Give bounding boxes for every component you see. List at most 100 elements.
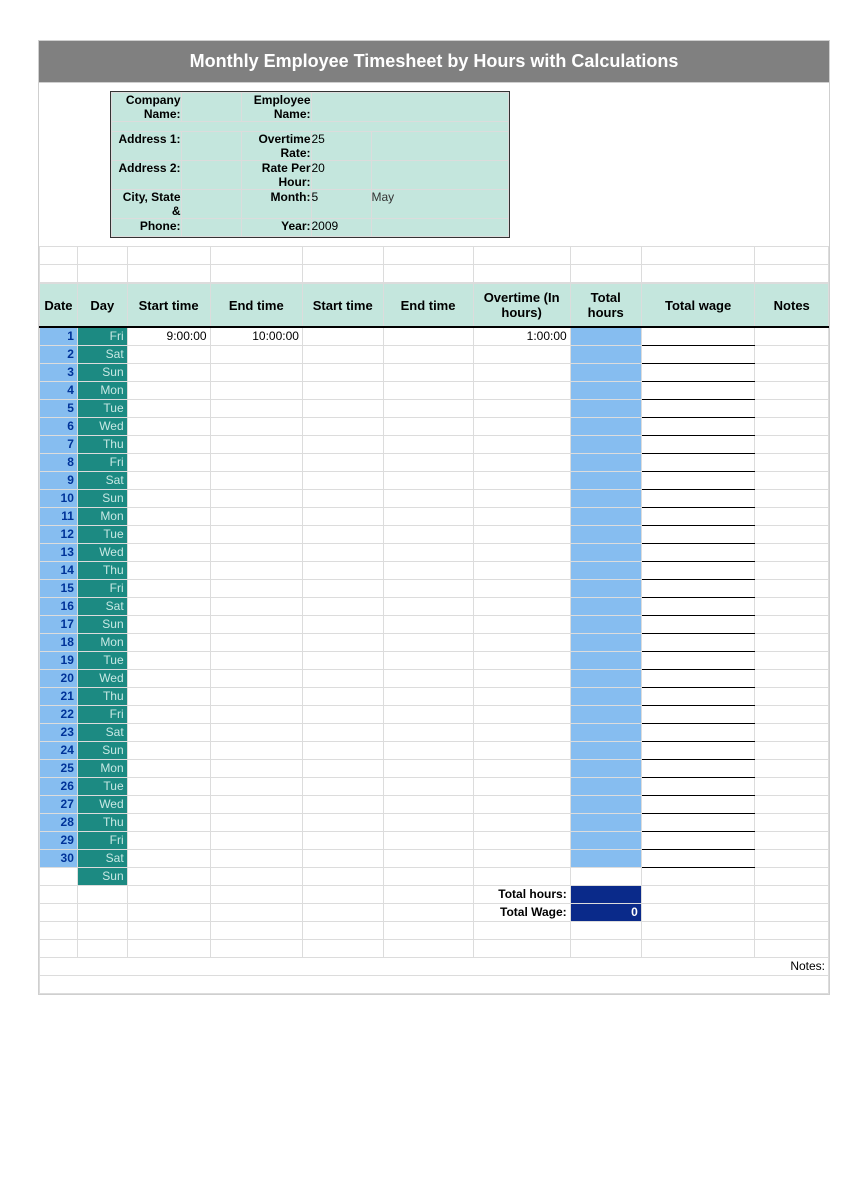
overtime-cell[interactable] bbox=[473, 597, 570, 615]
start1-cell[interactable] bbox=[127, 849, 210, 867]
end1-cell[interactable] bbox=[210, 741, 302, 759]
end2-cell[interactable] bbox=[383, 435, 473, 453]
overtime-cell[interactable] bbox=[473, 705, 570, 723]
end2-cell[interactable] bbox=[383, 777, 473, 795]
end1-cell[interactable] bbox=[210, 777, 302, 795]
rate-per-hour-value[interactable]: 20 bbox=[311, 161, 371, 190]
notes-cell[interactable] bbox=[755, 831, 829, 849]
notes-cell[interactable] bbox=[755, 579, 829, 597]
notes-cell[interactable] bbox=[755, 471, 829, 489]
end2-cell[interactable] bbox=[383, 615, 473, 633]
start2-cell[interactable] bbox=[302, 543, 383, 561]
end2-cell[interactable] bbox=[383, 651, 473, 669]
notes-cell[interactable] bbox=[755, 417, 829, 435]
phone-value[interactable] bbox=[181, 219, 241, 237]
start1-cell[interactable] bbox=[127, 471, 210, 489]
notes-cell[interactable] bbox=[755, 849, 829, 867]
start2-cell[interactable] bbox=[302, 831, 383, 849]
end2-cell[interactable] bbox=[383, 759, 473, 777]
end2-cell[interactable] bbox=[383, 597, 473, 615]
start2-cell[interactable] bbox=[302, 597, 383, 615]
end1-cell[interactable] bbox=[210, 813, 302, 831]
start1-cell[interactable] bbox=[127, 615, 210, 633]
start2-cell[interactable] bbox=[302, 669, 383, 687]
end2-cell[interactable] bbox=[383, 543, 473, 561]
overtime-cell[interactable] bbox=[473, 741, 570, 759]
end2-cell[interactable] bbox=[383, 561, 473, 579]
end1-cell[interactable] bbox=[210, 453, 302, 471]
start1-cell[interactable] bbox=[127, 831, 210, 849]
notes-cell[interactable] bbox=[755, 777, 829, 795]
overtime-cell[interactable] bbox=[473, 759, 570, 777]
end1-cell[interactable] bbox=[210, 579, 302, 597]
overtime-cell[interactable] bbox=[473, 381, 570, 399]
end1-cell[interactable] bbox=[210, 759, 302, 777]
start1-cell[interactable] bbox=[127, 813, 210, 831]
overtime-cell[interactable]: 1:00:00 bbox=[473, 327, 570, 345]
overtime-cell[interactable] bbox=[473, 453, 570, 471]
notes-cell[interactable] bbox=[755, 435, 829, 453]
end2-cell[interactable] bbox=[383, 345, 473, 363]
end2-cell[interactable] bbox=[383, 633, 473, 651]
start2-cell[interactable] bbox=[302, 687, 383, 705]
start2-cell[interactable] bbox=[302, 363, 383, 381]
end1-cell[interactable] bbox=[210, 651, 302, 669]
start1-cell[interactable] bbox=[127, 633, 210, 651]
notes-cell[interactable] bbox=[755, 363, 829, 381]
notes-cell[interactable] bbox=[755, 669, 829, 687]
start2-cell[interactable] bbox=[302, 471, 383, 489]
end2-cell[interactable] bbox=[383, 813, 473, 831]
end2-cell[interactable] bbox=[383, 363, 473, 381]
start1-cell[interactable] bbox=[127, 543, 210, 561]
end2-cell[interactable] bbox=[383, 795, 473, 813]
notes-cell[interactable] bbox=[755, 489, 829, 507]
notes-cell[interactable] bbox=[755, 381, 829, 399]
notes-cell[interactable] bbox=[755, 759, 829, 777]
notes-cell[interactable] bbox=[755, 633, 829, 651]
notes-cell[interactable] bbox=[755, 687, 829, 705]
overtime-cell[interactable] bbox=[473, 489, 570, 507]
start2-cell[interactable] bbox=[302, 489, 383, 507]
notes-cell[interactable] bbox=[755, 525, 829, 543]
end1-cell[interactable] bbox=[210, 561, 302, 579]
end1-cell[interactable] bbox=[210, 381, 302, 399]
notes-cell[interactable] bbox=[755, 795, 829, 813]
start2-cell[interactable] bbox=[302, 561, 383, 579]
end2-cell[interactable] bbox=[383, 507, 473, 525]
start2-cell[interactable] bbox=[302, 615, 383, 633]
start2-cell[interactable] bbox=[302, 795, 383, 813]
start1-cell[interactable] bbox=[127, 759, 210, 777]
start1-cell[interactable] bbox=[127, 561, 210, 579]
overtime-cell[interactable] bbox=[473, 345, 570, 363]
end1-cell[interactable] bbox=[210, 795, 302, 813]
end1-cell[interactable] bbox=[210, 543, 302, 561]
end1-cell[interactable] bbox=[210, 489, 302, 507]
start2-cell[interactable] bbox=[302, 759, 383, 777]
start1-cell[interactable] bbox=[127, 453, 210, 471]
end2-cell[interactable] bbox=[383, 705, 473, 723]
start1-cell[interactable] bbox=[127, 597, 210, 615]
start1-cell[interactable] bbox=[127, 345, 210, 363]
year-value[interactable]: 2009 bbox=[311, 219, 371, 237]
end1-cell[interactable] bbox=[210, 723, 302, 741]
notes-cell[interactable] bbox=[755, 507, 829, 525]
start1-cell[interactable] bbox=[127, 795, 210, 813]
start2-cell[interactable] bbox=[302, 417, 383, 435]
overtime-cell[interactable] bbox=[473, 849, 570, 867]
end1-cell[interactable] bbox=[210, 399, 302, 417]
overtime-cell[interactable] bbox=[473, 507, 570, 525]
notes-cell[interactable] bbox=[755, 327, 829, 345]
overtime-cell[interactable] bbox=[473, 435, 570, 453]
notes-cell[interactable] bbox=[755, 543, 829, 561]
start1-cell[interactable] bbox=[127, 417, 210, 435]
overtime-cell[interactable] bbox=[473, 687, 570, 705]
month-value[interactable]: 5 bbox=[311, 190, 371, 219]
address1-value[interactable] bbox=[181, 132, 241, 161]
start2-cell[interactable] bbox=[302, 453, 383, 471]
start1-cell[interactable] bbox=[127, 435, 210, 453]
start1-cell[interactable] bbox=[127, 507, 210, 525]
start1-cell[interactable] bbox=[127, 525, 210, 543]
overtime-cell[interactable] bbox=[473, 399, 570, 417]
company-name-value[interactable] bbox=[181, 93, 241, 122]
end1-cell[interactable] bbox=[210, 669, 302, 687]
